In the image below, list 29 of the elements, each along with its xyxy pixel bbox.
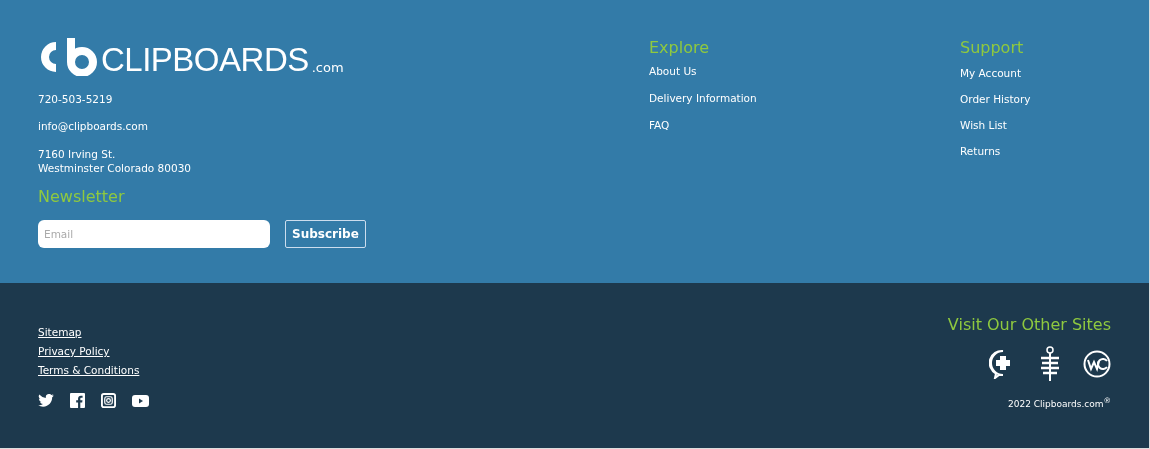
facebook-icon[interactable] <box>70 393 85 408</box>
phone-number: 720-503-5219 <box>38 93 114 105</box>
column-title: Explore <box>649 38 710 57</box>
instagram-icon[interactable] <box>101 393 116 408</box>
footer-link[interactable]: Wish List <box>960 119 1007 131</box>
wc-logo-icon[interactable] <box>1083 350 1111 378</box>
address-line: Westminster Colorado 80030 <box>38 161 192 175</box>
copyright-text: 2022 Clipboards.com$^{®}$ <box>1007 396 1111 409</box>
legal-link[interactable]: Privacy Policy <box>38 345 110 357</box>
legal-link[interactable]: Sitemap <box>38 326 82 338</box>
twitter-icon[interactable] <box>38 394 54 407</box>
footer-link[interactable]: FAQ <box>649 119 670 131</box>
email-field[interactable]: Email <box>38 220 270 248</box>
address-line: 7160 Irving St. <box>38 147 117 161</box>
logo-icon <box>38 38 98 76</box>
brand-suffix: .com <box>311 60 344 76</box>
footer-link[interactable]: Order History <box>960 93 1031 105</box>
newsletter-title: Newsletter <box>38 187 126 206</box>
brand-name: CLIPBOARDS <box>101 43 309 76</box>
footer-link[interactable]: My Account <box>960 67 1021 79</box>
subscribe-button[interactable]: Subscribe <box>285 220 366 248</box>
legal-link[interactable]: Terms & Conditions <box>38 364 140 376</box>
footer-link[interactable]: Delivery Information <box>649 92 757 104</box>
footer-link[interactable]: About Us <box>649 65 697 77</box>
youtube-icon[interactable] <box>132 394 149 407</box>
email-address: info@clipboards.com <box>38 120 150 132</box>
other-sites-title: Visit Our Other Sites <box>947 315 1111 334</box>
column-title: Support <box>960 38 1024 57</box>
footer-link[interactable]: Returns <box>960 145 1001 157</box>
